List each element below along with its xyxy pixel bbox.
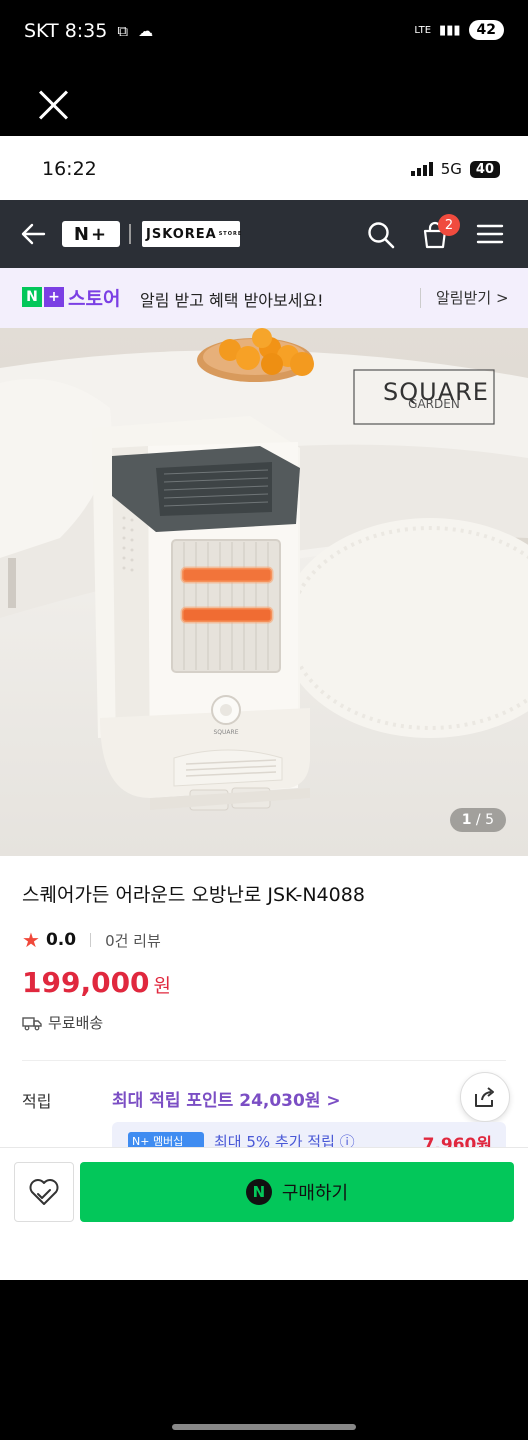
outer-status-right: LTE ▮▮▮ 42 (414, 20, 504, 40)
brand-watermark-line1: SQUARE (383, 378, 489, 406)
inner-signal-icon (410, 162, 433, 176)
points-label: 적립 (22, 1092, 52, 1111)
inner-time: 16:22 (42, 158, 97, 180)
inner-network-label: 5G (440, 160, 462, 178)
wishlist-button[interactable] (14, 1162, 74, 1222)
product-title: 스퀘어가든 어라운드 오방난로 JSK-N4088 (22, 884, 365, 906)
shipping-info: 무료배송 (22, 1012, 103, 1033)
hamburger-menu-icon[interactable] (476, 222, 504, 246)
nplus-logo[interactable]: N+ (62, 221, 120, 247)
product-image[interactable]: GARDEN SQUARE SQUARE 1 / 5 (0, 328, 528, 856)
shipping-label: 무료배송 (48, 1014, 104, 1032)
inner-battery-badge: 40 (469, 160, 500, 178)
outer-status-bar: SKT 8:35 ⧉ ☁ LTE ▮▮▮ 42 (0, 0, 528, 62)
back-arrow-icon[interactable] (20, 222, 46, 246)
plus-badge: + (44, 287, 64, 307)
store-label: 스토어 (68, 288, 121, 310)
section-divider (22, 1060, 506, 1061)
rating-row[interactable]: ★ 0.0 0건 리뷰 (22, 928, 161, 952)
logo-divider (129, 224, 131, 244)
outer-status-left: SKT 8:35 ⧉ ☁ (24, 20, 153, 42)
share-button[interactable] (460, 1072, 510, 1122)
price-unit: 원 (153, 975, 172, 997)
inner-screenshot-frame: 16:22 5G 40 N+ JSKOREA STORE 2 N + 스토어 알… (0, 136, 528, 1280)
top-navigation: N+ JSKOREA STORE 2 (0, 200, 528, 268)
cloud-icon: ☁ (138, 22, 154, 40)
image-counter: 1 / 5 (449, 808, 506, 832)
max-points-link[interactable]: 최대 적립 포인트 24,030원 > (112, 1086, 341, 1111)
promo-message: 알림 받고 혜택 받아보세요! (140, 291, 324, 310)
naver-n-icon: N (245, 1179, 272, 1205)
outer-battery-badge: 42 (468, 20, 504, 40)
heart-icon (29, 1179, 59, 1205)
product-price: 199,000 원 (22, 966, 171, 999)
image-counter-total: / 5 (475, 812, 494, 828)
signal-icon: ▮▮▮ (439, 22, 461, 38)
rating-score: 0.0 (45, 930, 77, 950)
inner-status-right: 5G 40 (410, 160, 500, 178)
image-counter-current: 1 (461, 812, 472, 828)
heater-product-illustration: GARDEN SQUARE SQUARE (0, 328, 528, 856)
outer-network-label: LTE (414, 24, 432, 36)
cart-count-badge: 2 (438, 214, 460, 236)
promo-divider (420, 288, 421, 308)
truck-icon (22, 1016, 42, 1030)
inner-status-bar: 16:22 5G 40 (0, 136, 528, 200)
notify-button[interactable]: 알림받기 > (436, 287, 509, 308)
share-icon (475, 1087, 494, 1107)
buy-button[interactable]: N 구매하기 (80, 1162, 514, 1222)
store-logo-text: JSKOREA (146, 226, 217, 242)
purchase-bar: N 구매하기 (0, 1147, 528, 1280)
price-value: 199,000 (22, 966, 150, 999)
nplus-store-badge: N + (22, 287, 64, 307)
outer-carrier-time: SKT 8:35 (24, 20, 108, 42)
rating-divider (90, 933, 92, 947)
screenshot-icon: ⧉ (117, 22, 129, 40)
store-logo-small: STORE (218, 231, 243, 237)
home-indicator[interactable] (172, 1424, 356, 1430)
close-button[interactable] (36, 88, 70, 122)
star-icon: ★ (22, 928, 40, 952)
notification-promo-banner[interactable]: N + 스토어 알림 받고 혜택 받아보세요! 알림받기 > (0, 268, 528, 328)
n-badge: N (22, 287, 42, 307)
store-logo[interactable]: JSKOREA STORE (142, 221, 243, 247)
close-bar (0, 62, 528, 136)
review-count[interactable]: 0건 리뷰 (105, 930, 161, 951)
search-icon[interactable] (366, 220, 396, 250)
buy-button-label: 구매하기 (281, 1183, 349, 1204)
dial-brand-label: SQUARE (214, 729, 239, 736)
